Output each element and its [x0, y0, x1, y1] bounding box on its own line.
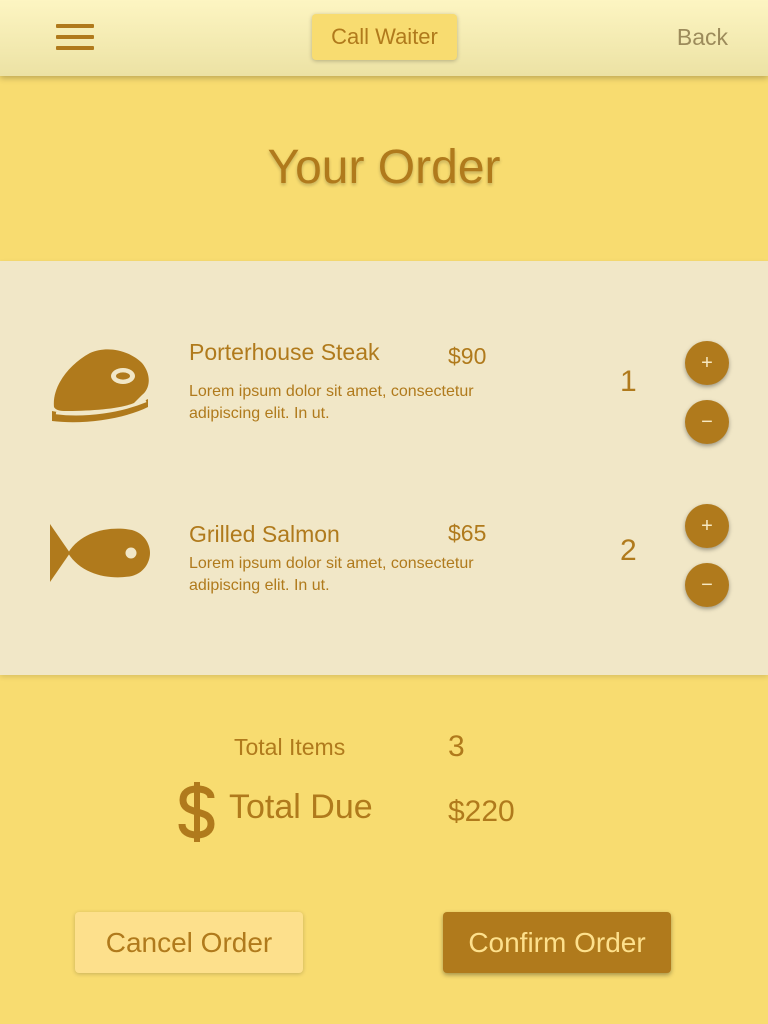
top-bar: Call Waiter Back	[0, 0, 768, 76]
decrease-quantity-button[interactable]: −	[685, 400, 729, 444]
back-button[interactable]: Back	[677, 24, 728, 51]
item-description: Lorem ipsum dolor sit amet, consectetur …	[189, 383, 474, 422]
item-price: $90	[448, 343, 487, 369]
fish-icon	[50, 524, 150, 582]
cancel-order-button[interactable]: Cancel Order	[75, 912, 303, 973]
increase-quantity-button[interactable]: +	[685, 341, 729, 385]
item-name: Grilled Salmon	[189, 521, 340, 547]
item-quantity: 1	[620, 365, 637, 398]
decrease-quantity-button[interactable]: −	[685, 563, 729, 607]
item-quantity: 2	[620, 534, 637, 567]
confirm-order-button[interactable]: Confirm Order	[443, 912, 671, 973]
dollar-icon	[178, 782, 215, 842]
page-title: Your Order	[267, 141, 501, 194]
total-items-label: Total Items	[234, 734, 346, 760]
total-due-value: $220	[448, 795, 515, 828]
increase-quantity-button[interactable]: +	[685, 504, 729, 548]
order-list	[0, 261, 768, 675]
item-name: Porterhouse Steak	[189, 339, 380, 365]
steak-icon	[52, 349, 149, 423]
total-due-label: Total Due	[229, 788, 373, 826]
item-price: $65	[448, 520, 487, 546]
total-items-value: 3	[448, 730, 465, 763]
item-description: Lorem ipsum dolor sit amet, consectetur …	[189, 555, 474, 594]
call-waiter-button[interactable]: Call Waiter	[312, 14, 457, 60]
menu-icon[interactable]	[56, 24, 94, 52]
